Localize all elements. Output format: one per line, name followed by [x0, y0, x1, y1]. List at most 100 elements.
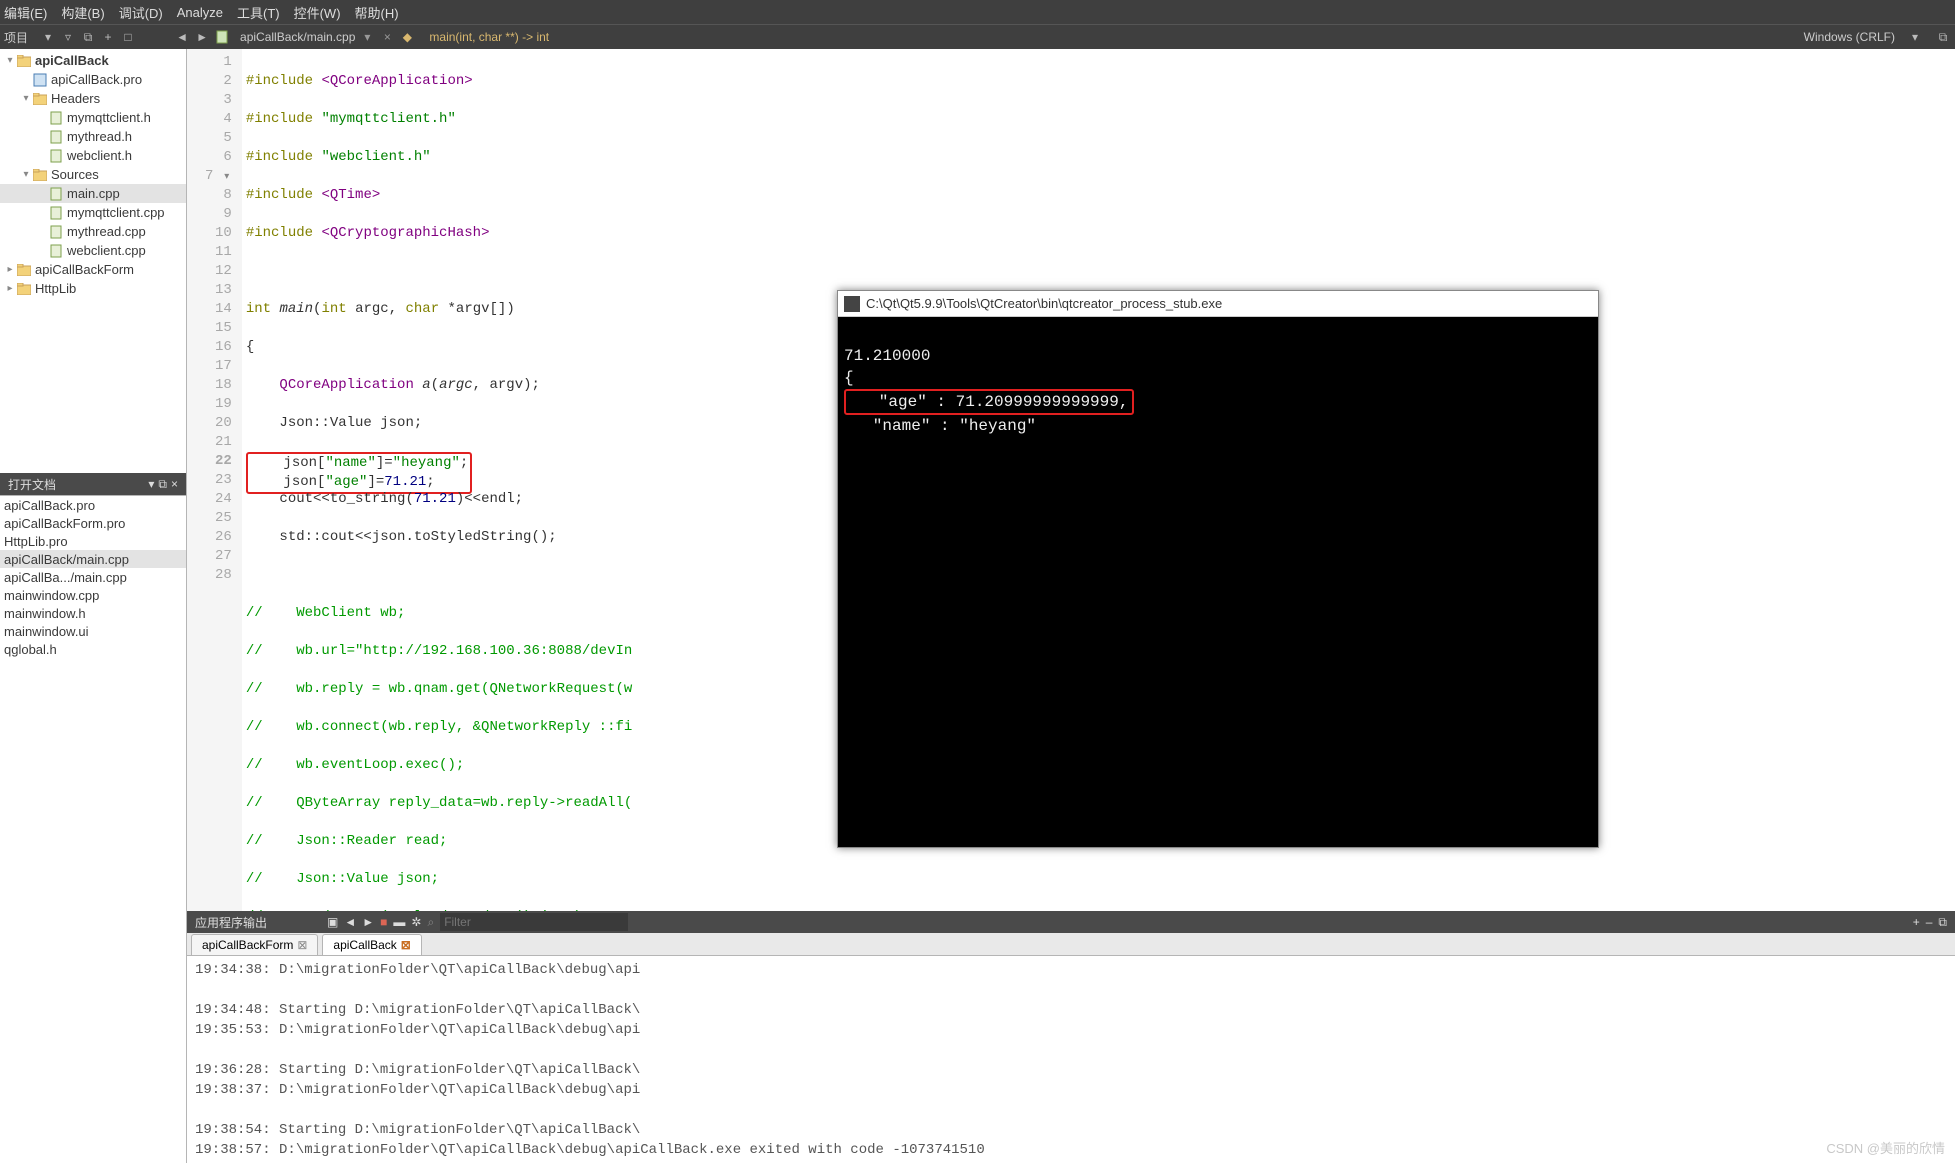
line-number: 9: [205, 205, 232, 224]
file-icon: [48, 205, 64, 221]
open-file-item[interactable]: qglobal.h: [0, 640, 186, 658]
line-number: 4: [205, 110, 232, 129]
open-file-item[interactable]: apiCallBackForm.pro: [0, 514, 186, 532]
tree-item-label: apiCallBackForm: [35, 262, 134, 277]
expand-icon[interactable]: ▾: [4, 55, 16, 66]
param: argc: [355, 301, 389, 317]
menu-edit[interactable]: 编辑(E): [4, 3, 47, 22]
open-file-item[interactable]: mainwindow.h: [0, 604, 186, 622]
open-documents-list[interactable]: apiCallBack.proapiCallBackForm.proHttpLi…: [0, 495, 186, 1163]
console-window[interactable]: C:\Qt\Qt5.9.9\Tools\QtCreator\bin\qtcrea…: [837, 290, 1599, 848]
close-file-icon[interactable]: ×: [379, 29, 395, 45]
tree-item[interactable]: ▸HttpLib: [0, 279, 186, 298]
expand-icon[interactable]: ▸: [4, 264, 16, 275]
tree-item[interactable]: ▸ apiCallBackForm: [0, 260, 186, 279]
menu-build[interactable]: 构建(B): [61, 3, 104, 22]
tree-item-label: apiCallBack.pro: [51, 72, 142, 87]
menu-help[interactable]: 帮助(H): [355, 3, 399, 22]
var: a: [422, 377, 430, 393]
open-file-item[interactable]: HttpLib.pro: [0, 532, 186, 550]
stop-icon[interactable]: ■: [380, 915, 387, 929]
split-icon[interactable]: ⧉: [1938, 915, 1947, 930]
line-number: 20: [205, 414, 232, 433]
line-number: 26: [205, 528, 232, 547]
clear-icon[interactable]: ▬: [393, 915, 405, 929]
tree-item-label: mythread.h: [67, 129, 132, 144]
expand-icon[interactable]: ▾: [20, 169, 32, 180]
file-icon: [48, 224, 64, 240]
close-panel-icon[interactable]: ×: [171, 477, 178, 492]
close-icon[interactable]: ⊠: [401, 938, 411, 952]
open-file-item[interactable]: apiCallBa.../main.cpp: [0, 568, 186, 586]
tree-item[interactable]: mythread.h: [0, 127, 186, 146]
dock-icon[interactable]: ▣: [327, 915, 338, 929]
folder-icon: [16, 262, 32, 278]
menu-widgets[interactable]: 控件(W): [294, 3, 341, 22]
open-file-item[interactable]: apiCallBack.pro: [0, 496, 186, 514]
tree-item[interactable]: ▾apiCallBack: [0, 51, 186, 70]
output-tab[interactable]: apiCallBackForm⊠: [191, 934, 318, 955]
function-icon: ◆: [399, 29, 415, 45]
close-icon[interactable]: ⊠: [297, 938, 307, 952]
tree-item[interactable]: webclient.h: [0, 146, 186, 165]
expand-icon[interactable]: ▾: [20, 93, 32, 104]
settings-icon[interactable]: ✲: [411, 915, 421, 929]
split-icon[interactable]: ⧉: [158, 477, 167, 492]
line-number: 27: [205, 547, 232, 566]
code-text: (: [431, 377, 439, 393]
line-number: 1: [205, 53, 232, 72]
split-icon[interactable]: □: [120, 29, 136, 45]
output-panel[interactable]: 19:34:38: D:\migrationFolder\QT\apiCallB…: [187, 956, 1955, 1163]
code-text: json[: [250, 455, 326, 471]
menu-tools[interactable]: 工具(T): [237, 3, 280, 22]
tree-item[interactable]: webclient.cpp: [0, 241, 186, 260]
line-number: 28: [205, 566, 232, 585]
chevron-down-icon[interactable]: ▾: [1907, 29, 1923, 45]
tree-item[interactable]: mymqttclient.h: [0, 108, 186, 127]
include-target: "webclient.h": [321, 149, 430, 165]
tree-item[interactable]: ▾Headers: [0, 89, 186, 108]
console-titlebar[interactable]: C:\Qt\Qt5.9.9\Tools\QtCreator\bin\qtcrea…: [838, 291, 1598, 317]
number: 71.21: [384, 474, 426, 490]
tree-item-label: mymqttclient.h: [67, 110, 151, 125]
project-tree[interactable]: ▾apiCallBack apiCallBack.pro ▾Headers mymqt…: [0, 49, 186, 473]
plus-icon[interactable]: +: [100, 29, 116, 45]
tree-item[interactable]: main.cpp: [0, 184, 186, 203]
output-header: 应用程序输出 ▣ ◄ ► ■ ▬ ✲ ⌕ + – ⧉: [187, 911, 1955, 933]
breadcrumb-function[interactable]: main(int, char **) -> int: [429, 30, 549, 44]
minus-output-icon[interactable]: –: [1926, 915, 1933, 929]
comment: // read.parse(reply_data.data(),json);: [246, 909, 590, 911]
line-number: 13: [205, 281, 232, 300]
add-output-icon[interactable]: +: [1913, 915, 1920, 929]
tree-item[interactable]: ▾Sources: [0, 165, 186, 184]
open-file-item[interactable]: mainwindow.ui: [0, 622, 186, 640]
link-icon[interactable]: ⧉: [80, 29, 96, 45]
nav-back-icon[interactable]: ◄: [174, 29, 190, 45]
tree-item[interactable]: mythread.cpp: [0, 222, 186, 241]
open-file-item[interactable]: mainwindow.cpp: [0, 586, 186, 604]
chevron-down-icon[interactable]: ▾: [40, 29, 56, 45]
chevron-down-icon[interactable]: ▾: [148, 477, 154, 492]
dropdown-icon[interactable]: ▾: [359, 29, 375, 45]
line-number: 7 ▾: [205, 167, 232, 186]
tree-item[interactable]: apiCallBack.pro: [0, 70, 186, 89]
open-file-item[interactable]: apiCallBack/main.cpp: [0, 550, 186, 568]
open-file-path[interactable]: apiCallBack/main.cpp: [240, 30, 355, 44]
filter-input[interactable]: [440, 913, 628, 931]
output-tab[interactable]: apiCallBack⊠: [322, 934, 421, 955]
include-target: <QTime>: [321, 187, 380, 203]
split-pane-icon[interactable]: ⧉: [1935, 29, 1951, 45]
menu-debug[interactable]: 调试(D): [119, 3, 163, 22]
tree-item[interactable]: mymqttclient.cpp: [0, 203, 186, 222]
filter-icon[interactable]: ▿: [60, 29, 76, 45]
menu-analyze[interactable]: Analyze: [177, 5, 223, 20]
prev-icon[interactable]: ◄: [344, 915, 356, 929]
file-icon: [48, 110, 64, 126]
line-ending-selector[interactable]: Windows (CRLF): [1804, 30, 1895, 44]
keyword: #include: [246, 187, 313, 203]
nav-forward-icon[interactable]: ►: [194, 29, 210, 45]
expand-icon[interactable]: ▸: [4, 283, 16, 294]
next-icon[interactable]: ►: [362, 915, 374, 929]
comment: // WebClient wb;: [246, 605, 406, 621]
panel-selector[interactable]: 项目: [4, 29, 28, 46]
